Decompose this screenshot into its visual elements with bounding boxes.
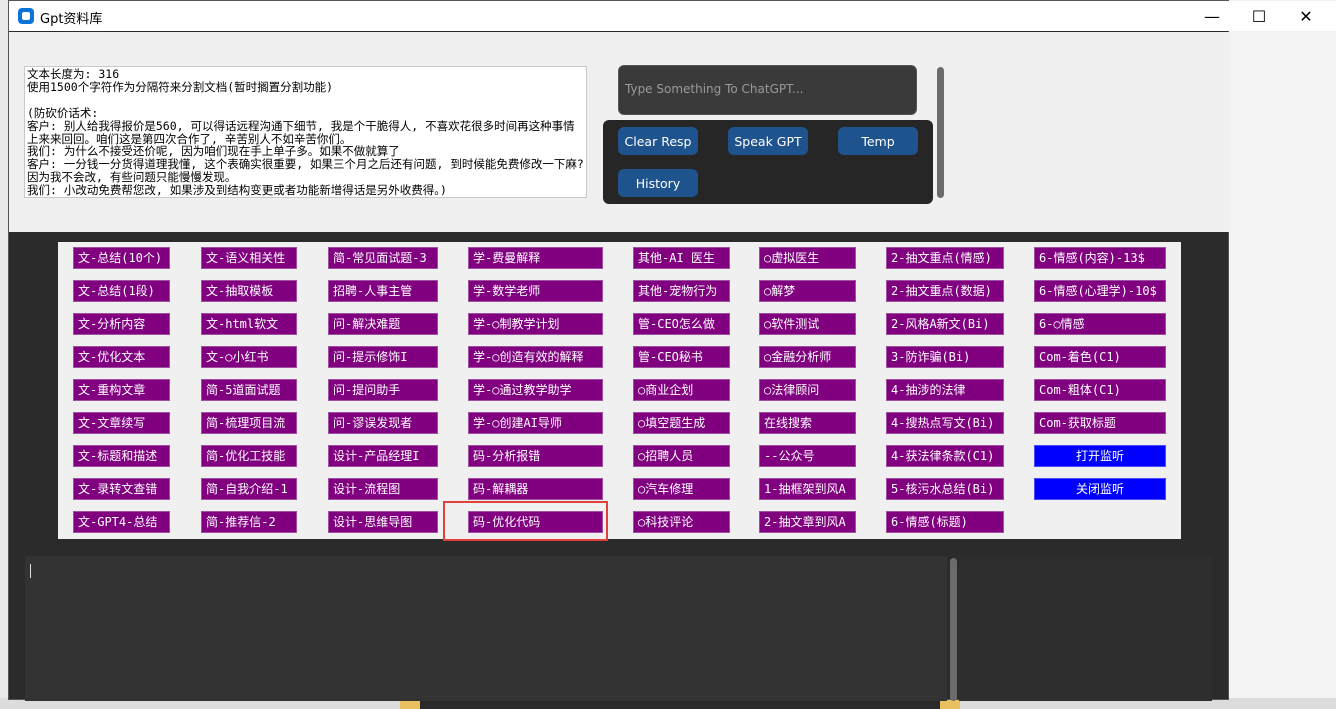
prompt-button[interactable]: ○汽车修理 — [633, 478, 730, 500]
prompt-button[interactable]: ○虚拟医生 — [759, 247, 856, 269]
prompt-button[interactable]: 1-抽框架到风A — [759, 478, 856, 500]
prompt-button[interactable]: 文-重构文章 — [73, 379, 170, 401]
desktop-left-edge — [0, 0, 8, 700]
prompt-button[interactable]: 2-抽文重点(数据) — [886, 280, 1004, 302]
prompt-button[interactable]: ○金融分析师 — [759, 346, 856, 368]
prompt-button[interactable]: 2-抽文章到风A — [759, 511, 856, 533]
prompt-button[interactable]: 3-防诈骗(Bi) — [886, 346, 1004, 368]
temp-button[interactable]: Temp — [838, 127, 918, 155]
prompt-button[interactable]: 文-语义相关性 — [201, 247, 297, 269]
prompt-button[interactable]: 设计-流程图 — [328, 478, 438, 500]
prompt-button[interactable]: 6-情感(标题) — [886, 511, 1004, 533]
response-scrollbar[interactable] — [950, 558, 957, 701]
prompt-button[interactable]: 文-抽取模板 — [201, 280, 297, 302]
prompt-button[interactable]: 问-谬误发现者 — [328, 412, 438, 434]
prompt-button[interactable]: ○招聘人员 — [633, 445, 730, 467]
prompt-button[interactable]: 文-总结(1段) — [73, 280, 170, 302]
prompt-button[interactable]: 问-解决难题 — [328, 313, 438, 335]
response-side-panel — [959, 556, 1212, 701]
highlight-box — [443, 501, 608, 541]
prompt-button[interactable]: 招聘-人事主管 — [328, 280, 438, 302]
prompt-button[interactable]: 问-提问助手 — [328, 379, 438, 401]
prompt-button[interactable]: Com-获取标题 — [1034, 412, 1166, 434]
app-window: Gpt资料库 — ☐ ✕ 文本长度为: 316 使用1500个字符作为分隔符来分… — [8, 0, 1336, 701]
prompt-button[interactable]: 4-获法律条款(C1) — [886, 445, 1004, 467]
prompt-button[interactable]: 其他-宠物行为 — [633, 280, 730, 302]
top-panel: 文本长度为: 316 使用1500个字符作为分隔符来分割文档(暂时搁置分割功能)… — [9, 32, 1230, 232]
text-caret — [30, 564, 31, 578]
prompt-button[interactable]: 文-标题和描述 — [73, 445, 170, 467]
prompt-button[interactable]: 码-解耦器 — [468, 478, 603, 500]
prompt-button[interactable]: 文-优化文本 — [73, 346, 170, 368]
minimize-icon[interactable]: — — [1189, 1, 1235, 31]
prompt-button[interactable]: Com-着色(C1) — [1034, 346, 1166, 368]
prompt-button-panel: 文-总结(10个) 文-总结(1段) 文-分析内容 文-优化文本 文-重构文章 文-文章续… — [58, 242, 1181, 539]
prompt-button[interactable]: 4-抽涉的法律 — [886, 379, 1004, 401]
prompt-button[interactable]: 管-CEO秘书 — [633, 346, 730, 368]
app-icon — [18, 8, 34, 24]
chat-input[interactable]: Type Something To ChatGPT... — [618, 65, 917, 115]
prompt-button[interactable]: 学-费曼解释 — [468, 247, 603, 269]
window-title: Gpt资料库 — [40, 12, 103, 27]
prompt-button[interactable]: 设计-产品经理I — [328, 445, 438, 467]
prompt-button[interactable]: Com-粗体(C1) — [1034, 379, 1166, 401]
clear-resp-button[interactable]: Clear Resp — [618, 127, 698, 155]
prompt-button[interactable]: 简-优化工技能 — [201, 445, 297, 467]
prompt-button[interactable]: 文-○小红书 — [201, 346, 297, 368]
prompt-button[interactable]: 学-○创造有效的解释 — [468, 346, 603, 368]
prompt-button[interactable]: 文-html软文 — [201, 313, 297, 335]
history-button[interactable]: History — [618, 169, 698, 197]
prompt-button[interactable]: 6-○情感 — [1034, 313, 1166, 335]
document-textbox[interactable]: 文本长度为: 316 使用1500个字符作为分隔符来分割文档(暂时搁置分割功能)… — [24, 66, 587, 198]
prompt-button[interactable]: 其他-AI 医生 — [633, 247, 730, 269]
prompt-button[interactable]: --公众号 — [759, 445, 856, 467]
prompt-button[interactable]: 文-文章续写 — [73, 412, 170, 434]
prompt-button[interactable]: 学-○通过教学助学 — [468, 379, 603, 401]
prompt-button[interactable]: ○软件测试 — [759, 313, 856, 335]
prompt-button[interactable]: 问-提示修饰I — [328, 346, 438, 368]
prompt-button[interactable]: ○商业企划 — [633, 379, 730, 401]
prompt-button[interactable]: 2-抽文重点(情感) — [886, 247, 1004, 269]
prompt-button[interactable]: 6-情感(内容)-13$ — [1034, 247, 1166, 269]
prompt-button[interactable]: 学-数学老师 — [468, 280, 603, 302]
prompt-button[interactable]: 简-自我介绍-1 — [201, 478, 297, 500]
prompt-button[interactable]: 学-○创建AI导师 — [468, 412, 603, 434]
maximize-icon[interactable]: ☐ — [1236, 1, 1282, 31]
stop-listen-button[interactable]: 关闭监听 — [1034, 478, 1166, 500]
prompt-button[interactable]: 简-梳理项目流 — [201, 412, 297, 434]
prompt-button[interactable]: 简-常见面试题-3 — [328, 247, 438, 269]
prompt-button[interactable]: 5-核污水总结(Bi) — [886, 478, 1004, 500]
title-bar: Gpt资料库 — ☐ ✕ — [9, 1, 1336, 31]
prompt-button[interactable]: 文-分析内容 — [73, 313, 170, 335]
control-button-frame: Clear Resp Speak GPT Temp History — [603, 120, 933, 204]
prompt-button[interactable]: 码-分析报错 — [468, 445, 603, 467]
prompt-button[interactable]: 6-情感(心理学)-10$ — [1034, 280, 1166, 302]
close-icon[interactable]: ✕ — [1283, 1, 1329, 31]
prompt-button[interactable]: 简-推荐信-2 — [201, 511, 297, 533]
prompt-button[interactable]: 学-○制教学计划 — [468, 313, 603, 335]
start-listen-button[interactable]: 打开监听 — [1034, 445, 1166, 467]
prompt-button[interactable]: 文-总结(10个) — [73, 247, 170, 269]
prompt-button[interactable]: ○填空题生成 — [633, 412, 730, 434]
prompt-button[interactable]: 文-GPT4-总结 — [73, 511, 170, 533]
response-textbox[interactable] — [25, 556, 947, 701]
prompt-button[interactable]: ○科技评论 — [633, 511, 730, 533]
desktop-background — [1229, 0, 1336, 709]
prompt-button[interactable]: 文-录转文查错 — [73, 478, 170, 500]
prompt-button[interactable]: 在线搜索 — [759, 412, 856, 434]
prompt-button[interactable]: 简-5道面试题 — [201, 379, 297, 401]
prompt-button[interactable]: ○解梦 — [759, 280, 856, 302]
prompt-button[interactable]: 管-CEO怎么做 — [633, 313, 730, 335]
prompt-button[interactable]: ○法律顾问 — [759, 379, 856, 401]
prompt-button[interactable]: 4-搜热点写文(Bi) — [886, 412, 1004, 434]
scrollbar[interactable] — [937, 67, 944, 198]
speak-gpt-button[interactable]: Speak GPT — [728, 127, 808, 155]
prompt-button[interactable]: 2-风格A新文(Bi) — [886, 313, 1004, 335]
prompt-button[interactable]: 设计-思维导图 — [328, 511, 438, 533]
